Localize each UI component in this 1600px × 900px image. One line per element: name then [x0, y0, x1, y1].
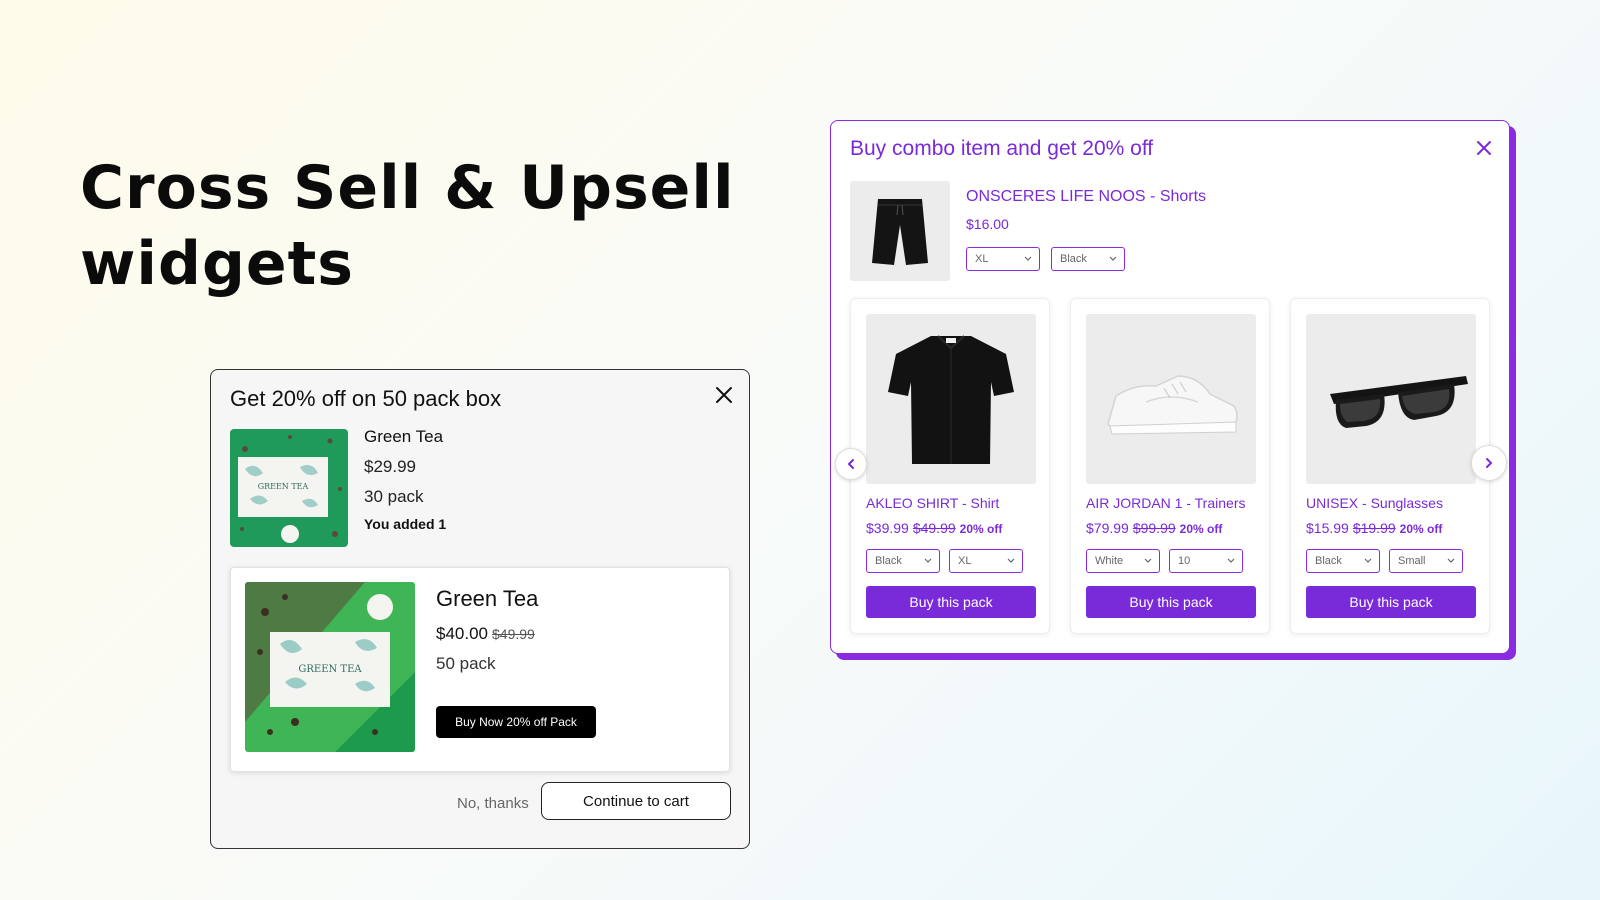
card-prices: $79.99 $99.99 20% off — [1086, 520, 1222, 536]
option1-select[interactable]: White — [1086, 549, 1160, 573]
offer-price: $40.00 — [436, 624, 488, 643]
card-price: $79.99 — [1086, 520, 1129, 536]
current-item-info: Green Tea $29.99 30 pack You added 1 — [364, 427, 446, 532]
discount-badge: 20% off — [1179, 522, 1223, 536]
color-select-value: Black — [1060, 253, 1087, 265]
size-select[interactable]: XL — [966, 247, 1040, 271]
close-icon[interactable] — [711, 382, 737, 408]
upsell-popup: Get 20% off on 50 pack box GREEN TEA Gre… — [210, 369, 750, 849]
chevron-down-icon — [1364, 558, 1372, 563]
option1-select[interactable]: Black — [1306, 549, 1380, 573]
no-thanks-link[interactable]: No, thanks — [457, 795, 529, 812]
tea-box-label: GREEN TEA — [298, 664, 362, 675]
card-old-price: $49.99 — [912, 520, 956, 536]
product-card: AIR JORDAN 1 - Trainers $79.99 $99.99 20% … — [1070, 298, 1270, 634]
option2-value: XL — [958, 555, 972, 567]
offer-item-info: Green Tea $40.00 $49.99 50 pack — [436, 586, 538, 674]
chevron-down-icon — [1447, 558, 1455, 563]
option1-select[interactable]: Black — [866, 549, 940, 573]
chevron-down-icon — [1227, 558, 1235, 563]
buy-this-pack-button[interactable]: Buy this pack — [1086, 586, 1256, 618]
option2-value: 10 — [1178, 555, 1191, 567]
chevron-right-icon[interactable] — [1471, 445, 1507, 481]
size-select-value: XL — [975, 253, 989, 265]
popup-title: Get 20% off on 50 pack box — [230, 386, 502, 411]
discount-badge: 20% off — [959, 522, 1003, 536]
option1-value: Black — [1315, 555, 1342, 567]
discount-badge: 20% off — [1399, 522, 1443, 536]
card-old-price: $19.99 — [1352, 520, 1396, 536]
main-product-price: $16.00 — [966, 216, 1009, 232]
card-name: AIR JORDAN 1 - Trainers — [1086, 495, 1246, 511]
card-price: $39.99 — [866, 520, 909, 536]
option2-value: Small — [1398, 555, 1426, 567]
continue-to-cart-button[interactable]: Continue to cart — [541, 782, 731, 820]
card-old-price: $99.99 — [1132, 520, 1176, 536]
chevron-down-icon — [924, 558, 932, 563]
chevron-down-icon — [1109, 256, 1117, 261]
option2-select[interactable]: 10 — [1169, 549, 1243, 573]
chevron-down-icon — [1024, 256, 1032, 261]
offer-card: GREEN TEA Green Tea $40.00 $49.99 50 pack… — [230, 567, 730, 772]
option1-value: Black — [875, 555, 902, 567]
option2-select[interactable]: XL — [949, 549, 1023, 573]
color-select[interactable]: Black — [1051, 247, 1125, 271]
card-prices: $15.99 $19.99 20% off — [1306, 520, 1442, 536]
offer-old-price: $49.99 — [492, 626, 535, 642]
shirt-image — [866, 314, 1036, 484]
hero-title: Cross Sell & Upsell widgets — [80, 153, 735, 299]
main-product-info: ONSCERES LIFE NOOS - Shorts $16.00 — [966, 188, 1206, 232]
option1-value: White — [1095, 555, 1124, 567]
offer-price-row: $40.00 $49.99 — [436, 624, 538, 644]
combo-title: Buy combo item and get 20% off — [850, 137, 1154, 160]
current-item-price: $29.99 — [364, 457, 416, 476]
card-name: UNISEX - Sunglasses — [1306, 495, 1443, 511]
sunglasses-image — [1306, 314, 1476, 484]
added-note: You added 1 — [364, 516, 447, 532]
close-icon[interactable] — [1471, 135, 1497, 161]
sneaker-image — [1086, 314, 1256, 484]
offer-item-image: GREEN TEA — [245, 582, 415, 752]
card-price: $15.99 — [1306, 520, 1349, 536]
shorts-image — [850, 181, 950, 281]
card-prices: $39.99 $49.99 20% off — [866, 520, 1002, 536]
card-name: AKLEO SHIRT - Shirt — [866, 495, 1000, 511]
offer-item-pack: 50 pack — [436, 654, 496, 673]
product-card: UNISEX - Sunglasses $15.99 $19.99 20% off … — [1290, 298, 1490, 634]
current-item-name: Green Tea — [364, 427, 444, 446]
chevron-left-icon[interactable] — [835, 448, 867, 480]
buy-this-pack-button[interactable]: Buy this pack — [866, 586, 1036, 618]
offer-item-name: Green Tea — [436, 586, 539, 611]
buy-this-pack-button[interactable]: Buy this pack — [1306, 586, 1476, 618]
chevron-down-icon — [1007, 558, 1015, 563]
combo-widget: Buy combo item and get 20% off ONSCERES … — [830, 120, 1510, 654]
tea-box-label: GREEN TEA — [258, 482, 309, 491]
chevron-down-icon — [1144, 558, 1152, 563]
main-product-name: ONSCERES LIFE NOOS - Shorts — [966, 188, 1207, 205]
current-item-pack: 30 pack — [364, 487, 424, 506]
buy-now-button[interactable]: Buy Now 20% off Pack — [436, 706, 596, 738]
product-card: AKLEO SHIRT - Shirt $39.99 $49.99 20% off … — [850, 298, 1050, 634]
option2-select[interactable]: Small — [1389, 549, 1463, 573]
current-item-image: GREEN TEA — [230, 429, 348, 547]
